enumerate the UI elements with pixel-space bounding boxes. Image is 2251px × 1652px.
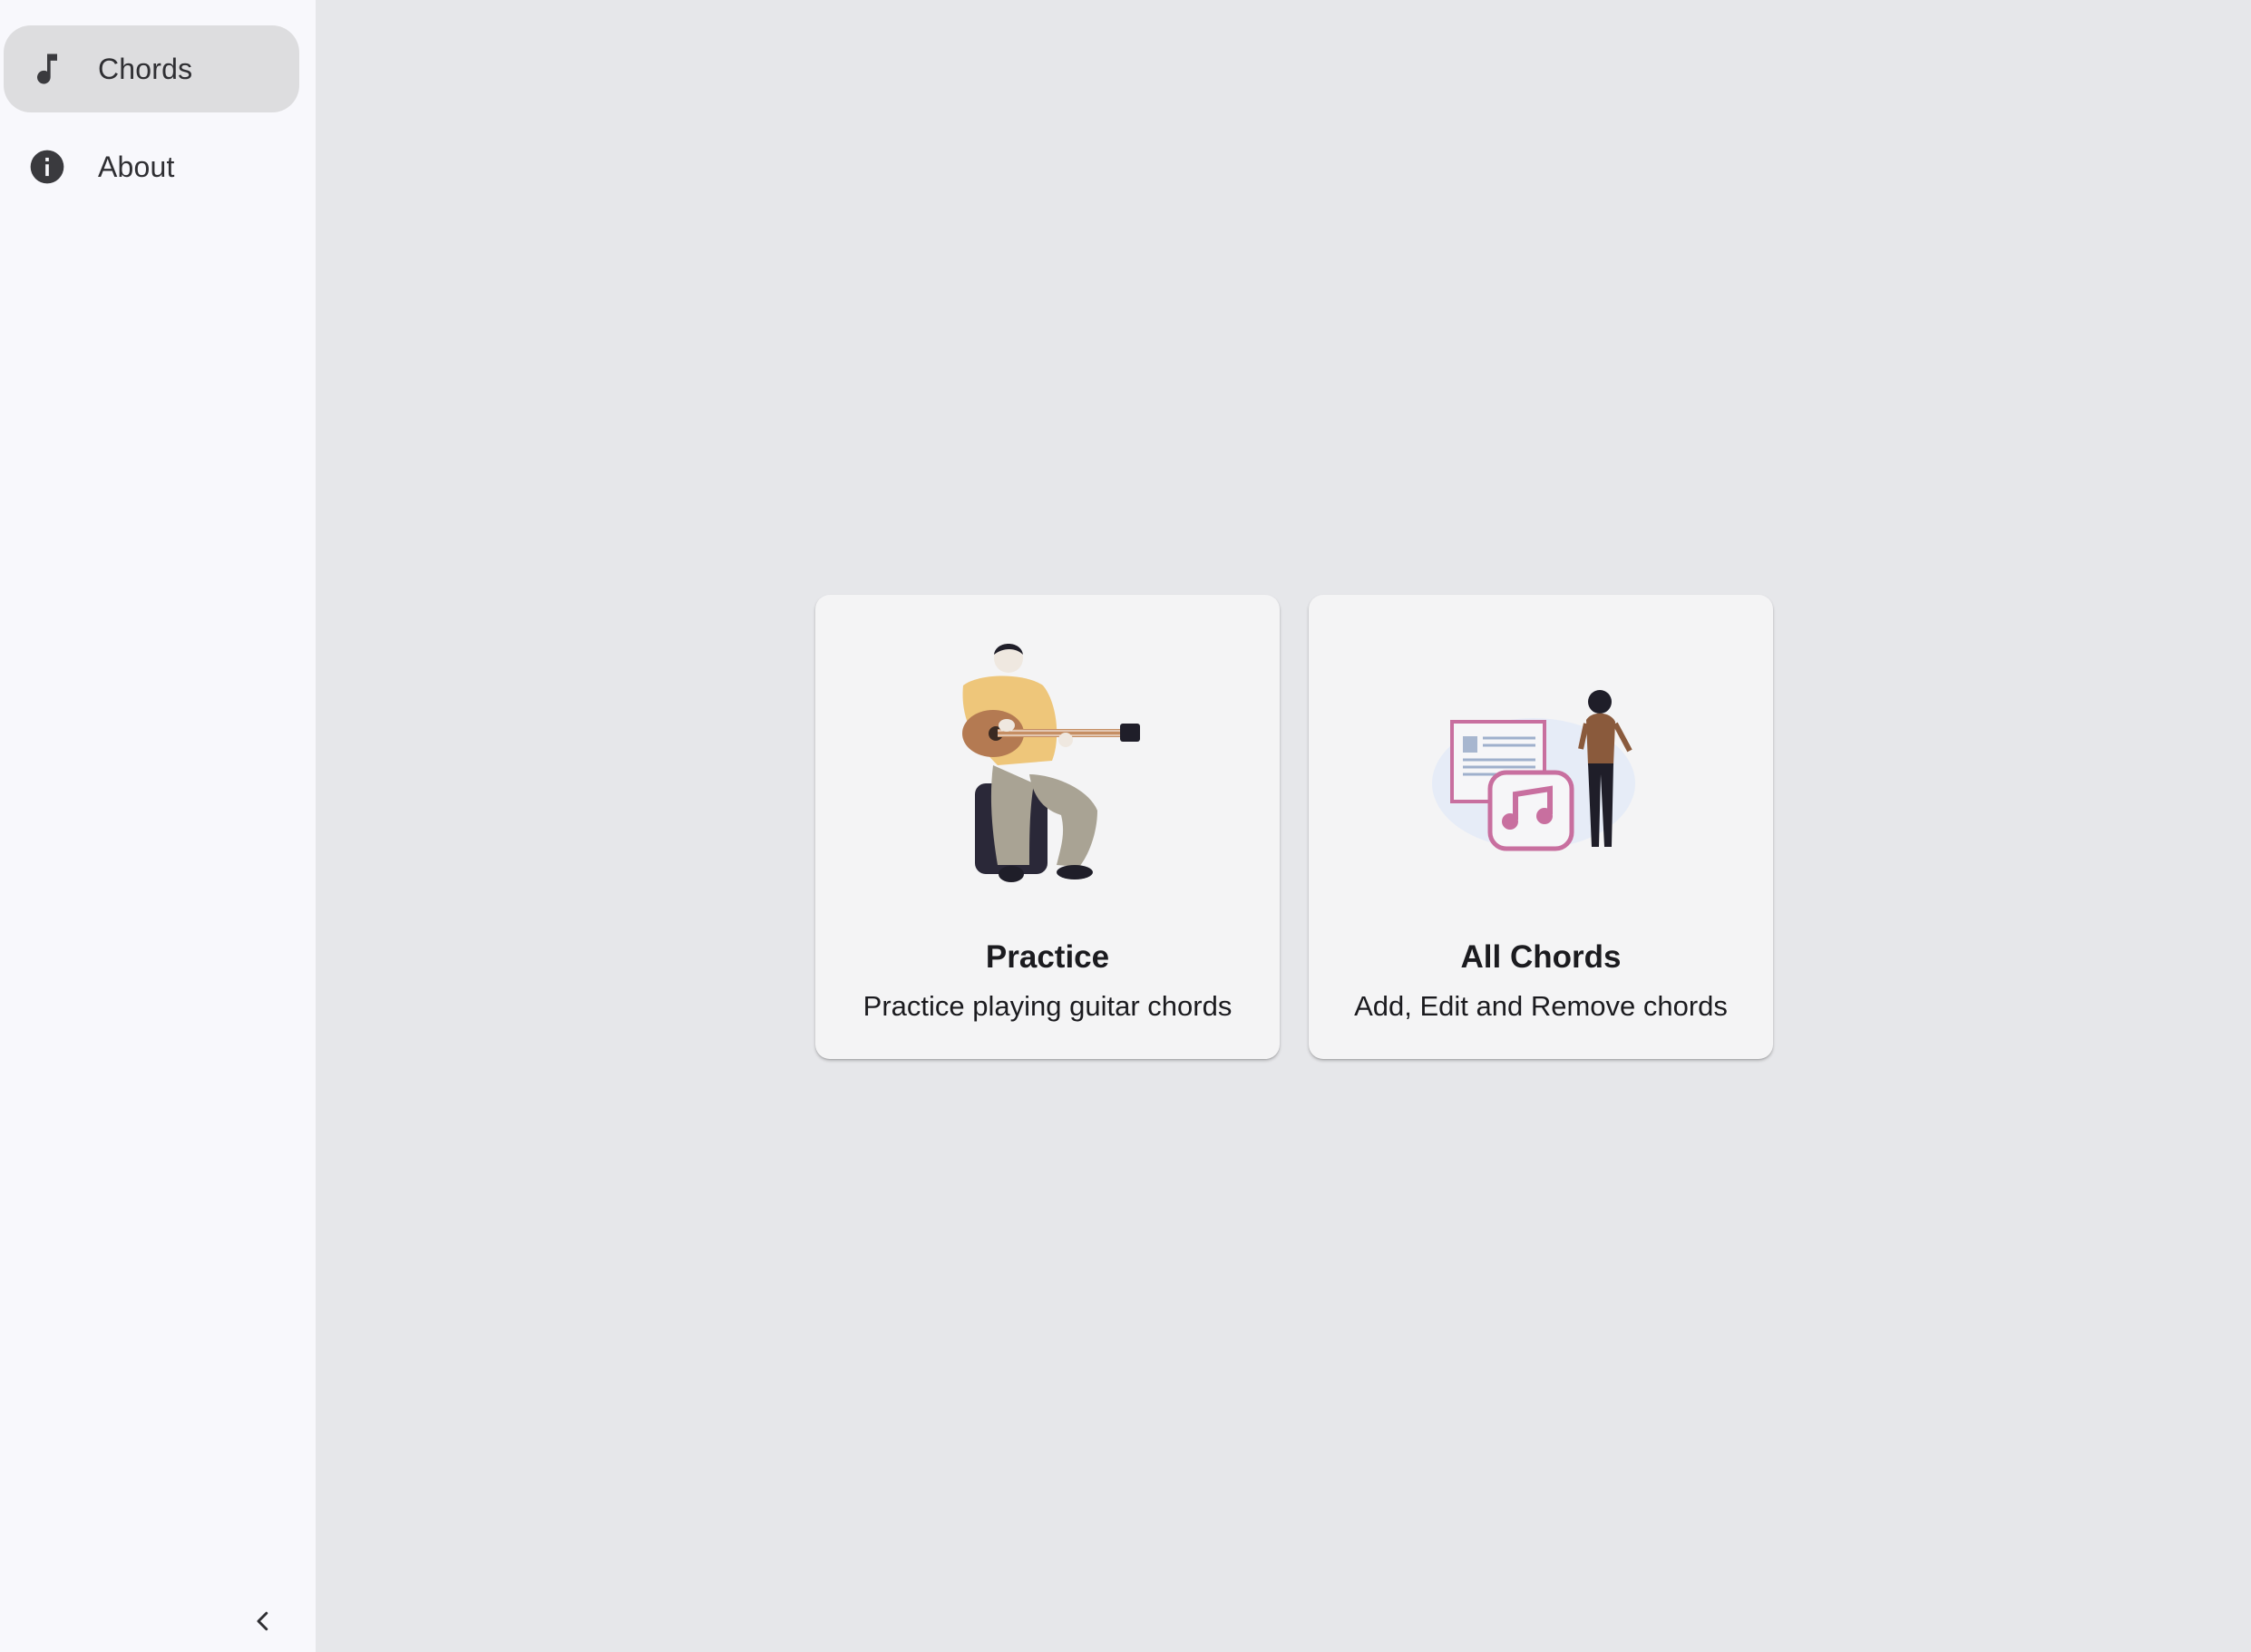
sidebar-item-about[interactable]: About xyxy=(4,123,299,210)
music-note-icon xyxy=(27,49,67,89)
sidebar-item-chords[interactable]: Chords xyxy=(4,25,299,112)
app-root: Chords About Practice Practice playing g… xyxy=(0,0,2251,1652)
sidebar-item-label: Chords xyxy=(98,52,193,85)
guitar-player-illustration xyxy=(815,638,1280,882)
practice-card[interactable]: Practice Practice playing guitar chords xyxy=(815,595,1280,1059)
card-title: Practice xyxy=(985,939,1110,975)
sidebar-item-label: About xyxy=(98,150,175,183)
sidebar: Chords About xyxy=(0,0,316,1652)
card-subtitle: Add, Edit and Remove chords xyxy=(1354,990,1728,1022)
all-chords-card[interactable]: All Chords Add, Edit and Remove chords xyxy=(1309,595,1773,1059)
info-icon xyxy=(27,147,67,187)
chevron-left-icon xyxy=(249,1608,277,1639)
chord-library-illustration xyxy=(1309,638,1773,874)
card-subtitle: Practice playing guitar chords xyxy=(862,990,1233,1022)
card-title: All Chords xyxy=(1460,939,1622,975)
collapse-sidebar-button[interactable] xyxy=(243,1603,283,1643)
